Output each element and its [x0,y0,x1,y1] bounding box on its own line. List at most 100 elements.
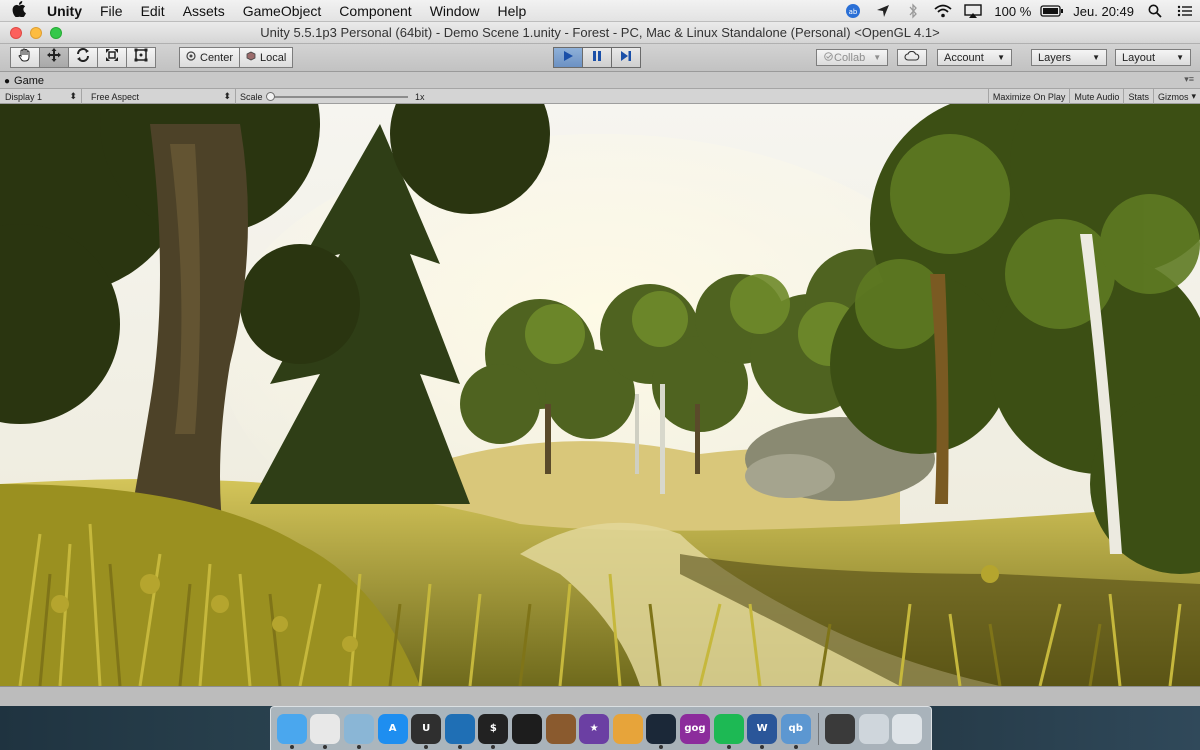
playback-controls [553,47,641,68]
collab-dropdown[interactable]: Collab ▼ [816,49,888,66]
wifi-icon[interactable] [928,0,958,22]
screen-thumb-icon[interactable] [825,713,856,744]
pivot-mode-button[interactable]: Center [179,47,241,68]
move-tool-button[interactable] [39,47,69,68]
gizmos-dropdown[interactable]: Gizmos ▾ [1152,89,1200,104]
running-indicator [491,744,496,749]
maximize-on-play-toggle[interactable]: Maximize On Play [987,89,1070,104]
menu-assets[interactable]: Assets [174,3,234,19]
running-indicator [659,744,664,749]
steam-icon[interactable] [646,713,677,749]
unity-icon[interactable]: U [411,713,442,749]
menu-window[interactable]: Window [421,3,489,19]
app-store-icon[interactable]: A [377,713,408,744]
play-icon [562,49,574,67]
apple-icon[interactable] [0,0,38,21]
pivot-controls: Center Local [179,47,294,68]
scale-value: 1x [415,91,425,102]
play-button[interactable] [553,47,583,68]
aspect-dropdown[interactable]: Free Aspect ⬍ [86,89,236,104]
clock[interactable]: Jeu. 20:49 [1067,4,1140,19]
battery-icon[interactable] [1037,0,1067,22]
layers-caret-icon: ▼ [1092,53,1100,62]
terminal-icon-glyph: $ [489,723,497,734]
chrome-icon[interactable] [310,713,341,749]
tab-game[interactable]: ● Game [4,73,44,89]
spotlight-search-icon[interactable] [1140,0,1170,22]
cloud-icon [904,50,920,64]
game-view-controls: Display 1 ⬍ Free Aspect ⬍ Scale 1x Maxim… [0,89,1200,104]
menu-file[interactable]: File [91,3,132,19]
menu-component[interactable]: Component [330,3,420,19]
menu-bar: Unity File Edit Assets GameObject Compon… [0,0,1200,22]
terminal-icon[interactable]: $ [478,713,509,749]
menu-gameobject[interactable]: GameObject [234,3,331,19]
spotify-icon[interactable] [713,713,744,749]
step-button[interactable] [611,47,641,68]
display-dropdown[interactable]: Display 1 ⬍ [0,89,82,104]
game-viewport[interactable] [0,104,1200,686]
rect-tool-button[interactable] [126,47,156,68]
pause-button[interactable] [582,47,612,68]
stats-toggle[interactable]: Stats [1123,89,1153,104]
layout-caret-icon: ▼ [1176,53,1184,62]
scale-icon [104,47,120,68]
gizmos-caret-icon: ▾ [1191,91,1196,101]
collab-caret-icon: ▼ [873,53,882,62]
bluetooth-icon[interactable] [898,0,928,22]
layout-dropdown[interactable]: Layout ▼ [1115,49,1191,66]
trash-icon[interactable] [892,713,923,744]
gog-galaxy-icon[interactable]: gog [679,713,710,744]
visual-studio-code-icon[interactable] [444,713,475,749]
location-arrow-icon[interactable] [868,0,898,22]
tab-menu-icon[interactable]: ▾≡ [1184,74,1194,85]
notification-center-icon[interactable] [1170,0,1200,22]
ab-badge-icon[interactable]: ab [838,0,868,22]
download-stack-icon[interactable] [858,713,889,744]
menu-help[interactable]: Help [488,3,535,19]
display-caret-icon: ⬍ [69,91,77,101]
pivot-center-icon [186,51,196,64]
scale-slider-track[interactable] [268,96,408,98]
dock: A U $ ★ gog Wqb [270,706,932,750]
garageband-icon[interactable] [545,713,576,744]
display-label: Display 1 [5,91,43,102]
cloud-services-button[interactable] [897,49,927,66]
scale-tool-button[interactable] [97,47,127,68]
imovie-icon[interactable]: ★ [579,713,610,744]
layers-dropdown[interactable]: Layers ▼ [1031,49,1107,66]
hand-tool-button[interactable] [10,47,40,68]
menu-unity[interactable]: Unity [38,3,91,19]
collab-cloud-icon [823,51,834,64]
running-indicator [793,744,798,749]
dock-separator [817,712,819,745]
paint-app-icon[interactable] [612,713,643,744]
finder-icon[interactable] [276,713,307,749]
airplay-icon[interactable] [958,0,988,22]
word-icon[interactable]: W [747,713,778,749]
menu-edit[interactable]: Edit [132,3,174,19]
mute-audio-toggle[interactable]: Mute Audio [1069,89,1123,104]
gizmos-label: Gizmos [1157,91,1189,102]
game-view-toggles: Maximize On Play Mute Audio Stats Gizmos… [987,89,1200,104]
running-indicator [457,744,462,749]
account-dropdown[interactable]: Account ▼ [937,49,1012,66]
running-indicator [726,744,731,749]
running-indicator [356,744,361,749]
preview-icon[interactable] [343,713,374,749]
guitar-pro-icon[interactable] [511,713,542,744]
svg-text:ab: ab [849,8,858,16]
imovie-icon-glyph: ★ [589,723,599,734]
qbittorrent-icon[interactable]: qb [780,713,811,749]
window-title: Unity 5.5.1p3 Personal (64bit) - Demo Sc… [260,25,940,40]
forest-scene-render [0,104,1200,686]
window-title-bar[interactable]: Unity 5.5.1p3 Personal (64bit) - Demo Sc… [0,22,1200,44]
pivot-rotation-button[interactable]: Local [239,47,294,68]
pause-icon [591,49,603,67]
qbittorrent-icon-glyph: qb [788,723,803,734]
scale-slider-thumb[interactable] [266,92,275,101]
gog-galaxy-icon-glyph: gog [684,723,706,734]
aspect-label: Free Aspect [91,91,140,102]
layout-label: Layout [1122,51,1156,64]
rotate-tool-button[interactable] [68,47,98,68]
